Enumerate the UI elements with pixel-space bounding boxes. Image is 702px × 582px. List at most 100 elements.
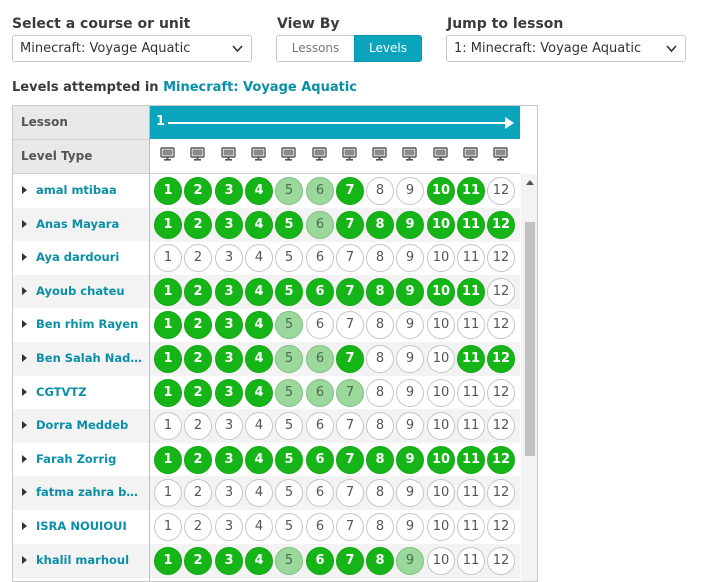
level-bubble[interactable]: 3 [215,379,243,407]
student-name-cell[interactable]: Ben rhim Rayen [13,308,149,342]
level-bubble[interactable]: 9 [396,278,424,306]
level-bubble[interactable]: 1 [154,244,182,272]
level-bubble[interactable]: 7 [336,311,364,339]
level-bubble[interactable]: 1 [154,547,182,575]
expand-triangle-icon[interactable] [22,320,27,328]
level-bubble[interactable]: 6 [306,311,334,339]
level-bubble[interactable]: 11 [457,345,485,373]
level-bubble[interactable]: 8 [366,446,394,474]
level-bubble[interactable]: 3 [215,211,243,239]
view-lessons-button[interactable]: Lessons [276,35,354,62]
level-bubble[interactable]: 7 [336,244,364,272]
level-bubble[interactable]: 12 [487,211,515,239]
level-bubble[interactable]: 12 [487,311,515,339]
jump-to-lesson-select[interactable]: 1: Minecraft: Voyage Aquatic [446,35,686,62]
level-bubble[interactable]: 11 [457,211,485,239]
course-select[interactable]: Minecraft: Voyage Aquatic [12,35,252,62]
student-name[interactable]: CGTVTZ [36,385,144,399]
level-bubble[interactable]: 2 [184,513,212,541]
expand-triangle-icon[interactable] [22,522,27,530]
level-bubble[interactable]: 11 [457,547,485,575]
level-bubble[interactable]: 8 [366,513,394,541]
level-bubble[interactable]: 5 [275,311,303,339]
level-bubble[interactable]: 7 [336,211,364,239]
level-bubble[interactable]: 11 [457,278,485,306]
student-name[interactable]: Aya dardouri [36,250,144,264]
level-bubble[interactable]: 5 [275,345,303,373]
level-bubble[interactable]: 8 [366,345,394,373]
student-name-cell[interactable]: Anas Mayara [13,208,149,242]
student-name-cell[interactable]: fatma zahra bot... [13,476,149,510]
level-bubble[interactable]: 2 [184,278,212,306]
level-bubble[interactable]: 8 [366,379,394,407]
level-bubble[interactable]: 12 [487,177,515,205]
level-bubble[interactable]: 10 [427,244,455,272]
level-bubble[interactable]: 12 [487,278,515,306]
level-bubble[interactable]: 11 [457,244,485,272]
level-bubble[interactable]: 4 [245,379,273,407]
level-bubble[interactable]: 10 [427,177,455,205]
level-bubble[interactable]: 9 [396,345,424,373]
level-bubble[interactable]: 4 [245,412,273,440]
level-bubble[interactable]: 7 [336,513,364,541]
level-bubble[interactable]: 9 [396,479,424,507]
level-bubble[interactable]: 10 [427,278,455,306]
student-name-cell[interactable]: ISRA NOUIOUI [13,510,149,544]
student-name[interactable]: ISRA NOUIOUI [36,519,144,533]
level-bubble[interactable]: 2 [184,379,212,407]
level-bubble[interactable]: 1 [154,345,182,373]
view-levels-button[interactable]: Levels [354,35,422,62]
level-bubble[interactable]: 7 [336,345,364,373]
level-bubble[interactable]: 2 [184,345,212,373]
level-bubble[interactable]: 3 [215,412,243,440]
expand-triangle-icon[interactable] [22,488,27,496]
level-bubble[interactable]: 9 [396,244,424,272]
level-bubble[interactable]: 4 [245,345,273,373]
level-bubble[interactable]: 1 [154,311,182,339]
level-bubble[interactable]: 11 [457,412,485,440]
heading-course-link[interactable]: Minecraft: Voyage Aquatic [163,80,357,95]
level-bubble[interactable]: 4 [245,211,273,239]
level-bubble[interactable]: 10 [427,345,455,373]
level-bubble[interactable]: 2 [184,479,212,507]
level-bubble[interactable]: 10 [427,211,455,239]
level-bubble[interactable]: 9 [396,446,424,474]
level-bubble[interactable]: 12 [487,379,515,407]
level-bubble[interactable]: 5 [275,547,303,575]
level-bubble[interactable]: 6 [306,547,334,575]
level-bubble[interactable]: 7 [336,479,364,507]
level-bubble[interactable]: 12 [487,412,515,440]
student-name[interactable]: amal mtibaa [36,183,144,197]
level-bubble[interactable]: 4 [245,446,273,474]
level-bubble[interactable]: 10 [427,311,455,339]
student-name-cell[interactable]: Farah Zorrig [13,443,149,477]
level-bubble[interactable]: 8 [366,547,394,575]
level-bubble[interactable]: 4 [245,547,273,575]
student-name[interactable]: Farah Zorrig [36,452,144,466]
student-name-cell[interactable]: amal mtibaa [13,174,149,208]
level-bubble[interactable]: 7 [336,379,364,407]
level-bubble[interactable]: 12 [487,345,515,373]
level-bubble[interactable]: 2 [184,311,212,339]
level-bubble[interactable]: 2 [184,244,212,272]
level-bubble[interactable]: 3 [215,278,243,306]
level-bubble[interactable]: 6 [306,345,334,373]
level-bubble[interactable]: 8 [366,211,394,239]
level-bubble[interactable]: 8 [366,412,394,440]
level-bubble[interactable]: 9 [396,177,424,205]
level-bubble[interactable]: 3 [215,513,243,541]
level-bubble[interactable]: 9 [396,379,424,407]
level-bubble[interactable]: 3 [215,479,243,507]
student-name[interactable]: khalil marhoul [36,553,144,567]
level-bubble[interactable]: 7 [336,547,364,575]
level-bubble[interactable]: 8 [366,177,394,205]
level-bubble[interactable]: 10 [427,412,455,440]
level-bubble[interactable]: 5 [275,278,303,306]
level-bubble[interactable]: 3 [215,244,243,272]
level-bubble[interactable]: 11 [457,446,485,474]
level-bubble[interactable]: 2 [184,177,212,205]
expand-triangle-icon[interactable] [22,186,27,194]
level-bubble[interactable]: 2 [184,446,212,474]
level-bubble[interactable]: 6 [306,446,334,474]
level-bubble[interactable]: 5 [275,211,303,239]
